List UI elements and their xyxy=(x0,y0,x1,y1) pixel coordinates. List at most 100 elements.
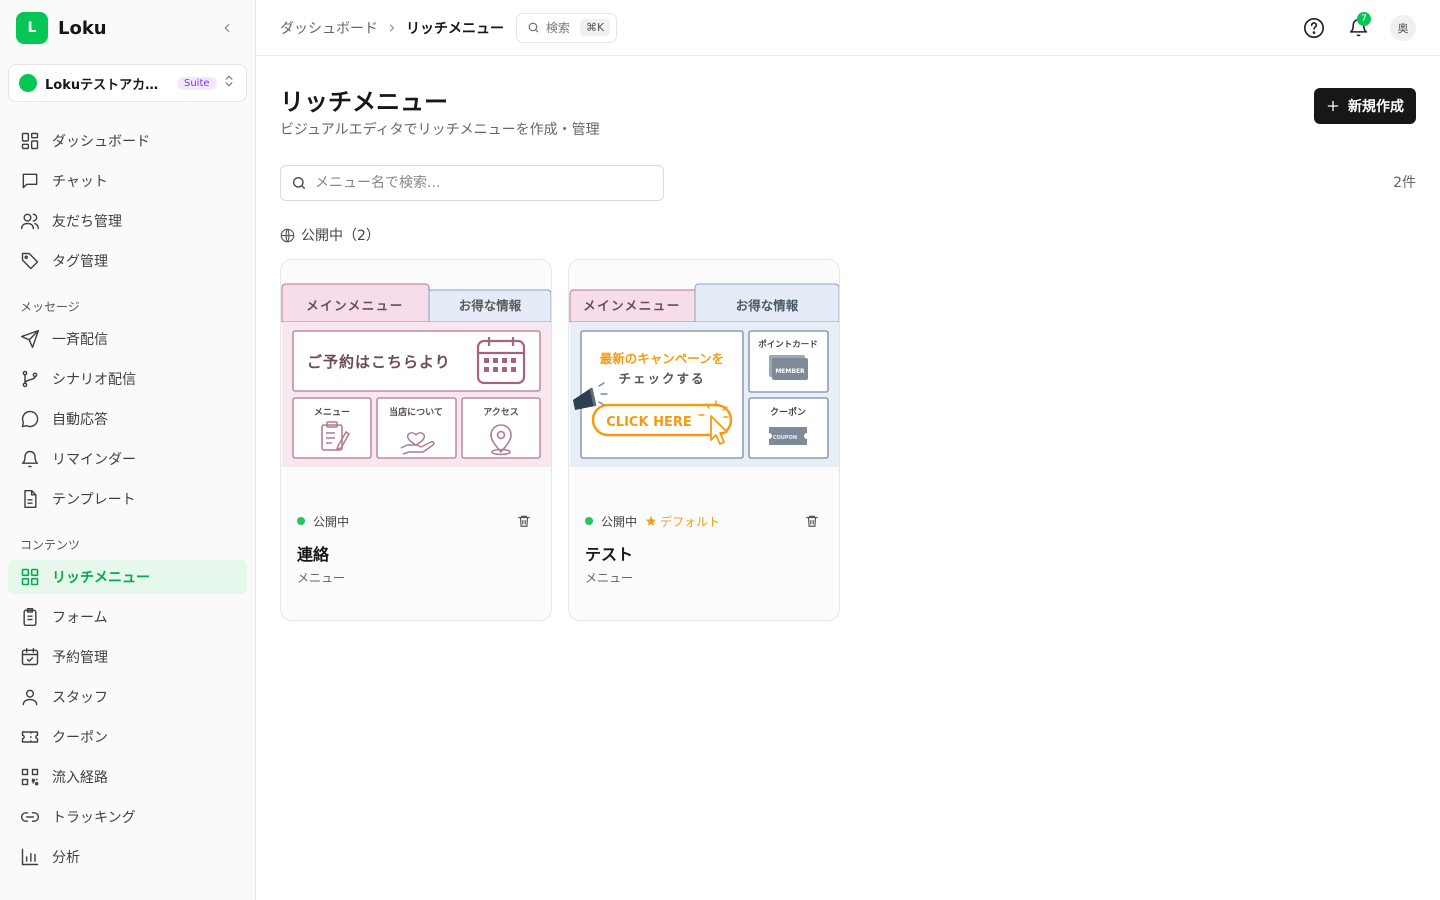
sidebar-item-label: 分析 xyxy=(52,850,80,866)
sidebar-item-scenario[interactable]: シナリオ配信 xyxy=(8,362,247,396)
sidebar-item-form[interactable]: フォーム xyxy=(8,600,247,634)
preview-campaign-line2: チェックする xyxy=(618,371,705,386)
sidebar-item-chat[interactable]: チャット xyxy=(8,164,247,198)
breadcrumb-current: リッチメニュー xyxy=(406,20,504,37)
menu-name: 連絡 xyxy=(297,545,330,564)
sidebar-item-label: 一斉配信 xyxy=(52,332,108,348)
bell-icon xyxy=(21,450,39,468)
breadcrumb-dashboard[interactable]: ダッシュボード xyxy=(280,18,378,38)
sidebar-item-reminder[interactable]: リマインダー xyxy=(8,442,247,476)
preview-cell-about: 当店について xyxy=(389,406,443,418)
user-avatar[interactable]: 奥 xyxy=(1390,14,1416,41)
page-title: リッチメニュー xyxy=(280,88,448,116)
preview-tab-left: メインメニュー xyxy=(583,298,681,313)
preview-campaign-line1: 最新のキャンペーンを xyxy=(600,351,724,366)
plus-icon xyxy=(1327,100,1339,112)
menu-card-grid: メインメニュー お得な情報 ご予約はこちらより メニュー 当店について アクセス… xyxy=(280,259,1416,621)
sidebar-item-tags[interactable]: タグ管理 xyxy=(8,244,247,278)
sidebar-item-label: 友だち管理 xyxy=(52,214,122,230)
sidebar-item-rich-menu[interactable]: リッチメニュー xyxy=(8,560,247,594)
preview-coupon: クーポン xyxy=(770,406,806,418)
trash-icon xyxy=(806,515,818,527)
menu-card[interactable]: メインメニュー お得な情報 ご予約はこちらより メニュー 当店について アクセス… xyxy=(280,259,552,621)
search-icon xyxy=(293,177,305,189)
status-label: 公開中 xyxy=(601,514,638,529)
sidebar-item-label: チャット xyxy=(52,174,108,190)
preview-coupon-text: COUPON xyxy=(773,435,797,441)
member-card-icon: MEMBER xyxy=(769,355,808,380)
brand-name: Loku xyxy=(58,17,107,39)
menu-search xyxy=(280,165,664,201)
preview-tab-right: お得な情報 xyxy=(459,298,522,313)
sidebar-item-label: スタッフ xyxy=(52,690,108,706)
topbar: ダッシュボード リッチメニュー 検索 ⌘K 7 奥 xyxy=(256,0,1440,56)
rich-menu-preview[interactable]: メインメニュー お得な情報 最新のキャンペーンを チェックする CLICK HE… xyxy=(569,260,839,467)
sidebar: L Loku Lokuテストアカウント Suite ダッシュボード チャット xyxy=(0,0,256,900)
sidebar-item-label: 予約管理 xyxy=(52,650,108,666)
brand: L Loku xyxy=(0,0,255,56)
chevron-right-icon xyxy=(386,22,398,34)
preview-point-card: ポイントカード xyxy=(758,339,818,350)
result-count: 2件 xyxy=(1393,175,1416,191)
notification-badge: 7 xyxy=(1357,11,1371,26)
help-button[interactable] xyxy=(1298,12,1330,44)
menu-card[interactable]: メインメニュー お得な情報 最新のキャンペーンを チェックする CLICK HE… xyxy=(568,259,840,621)
sidebar-item-label: シナリオ配信 xyxy=(52,372,136,388)
account-switcher[interactable]: Lokuテストアカウント Suite xyxy=(8,64,247,102)
sidebar-item-dashboard[interactable]: ダッシュボード xyxy=(8,124,247,158)
status-label: 公開中 xyxy=(313,514,350,529)
preview-member-text: MEMBER xyxy=(775,368,805,375)
send-icon xyxy=(20,329,40,349)
users-icon xyxy=(20,213,40,230)
sidebar-item-broadcast[interactable]: 一斉配信 xyxy=(8,322,247,356)
global-search-label: 検索 xyxy=(546,21,571,35)
create-new-label: 新規作成 xyxy=(1348,99,1404,115)
sidebar-item-staff[interactable]: スタッフ xyxy=(8,680,247,714)
menu-type: メニュー xyxy=(297,571,346,585)
sidebar-item-label: テンプレート xyxy=(52,492,136,508)
create-new-button[interactable]: 新規作成 xyxy=(1314,88,1416,124)
notifications-button[interactable]: 7 xyxy=(1342,11,1374,44)
dashboard-icon xyxy=(21,132,39,150)
sidebar-item-template[interactable]: テンプレート xyxy=(8,482,247,516)
sidebar-item-label: トラッキング xyxy=(52,810,136,826)
default-label: デフォルト xyxy=(660,514,721,529)
sidebar-item-inflow[interactable]: 流入経路 xyxy=(8,760,247,794)
tag-icon xyxy=(21,252,39,270)
sidebar-item-label: リマインダー xyxy=(52,452,136,468)
plan-badge: Suite xyxy=(177,76,217,90)
chevron-left-icon xyxy=(224,23,230,33)
sidebar-item-reservation[interactable]: 予約管理 xyxy=(8,640,247,674)
menu-search-input[interactable] xyxy=(315,175,635,191)
nav-section-contents: コンテンツ xyxy=(20,538,81,552)
delete-button[interactable] xyxy=(801,510,823,532)
page-subtitle: ビジュアルエディタでリッチメニューを作成・管理 xyxy=(280,122,600,138)
preview-banner: ご予約はこちらより xyxy=(307,353,451,371)
global-search-button[interactable]: 検索 ⌘K xyxy=(516,12,618,43)
status-dot xyxy=(297,517,305,525)
calendar-icon xyxy=(21,647,39,666)
default-badge: デフォルト xyxy=(645,513,720,530)
chart-icon xyxy=(21,848,39,866)
rich-menu-preview[interactable]: メインメニュー お得な情報 ご予約はこちらより メニュー 当店について アクセス xyxy=(281,260,551,467)
brand-logo[interactable]: L xyxy=(16,12,48,44)
sidebar-item-coupon[interactable]: クーポン xyxy=(8,720,247,754)
preview-cta: CLICK HERE xyxy=(606,415,691,430)
chevron-up-down-icon xyxy=(222,74,236,92)
sidebar-item-analytics[interactable]: 分析 xyxy=(8,840,247,874)
collapse-sidebar-button[interactable] xyxy=(215,16,239,40)
sidebar-item-label: 自動応答 xyxy=(52,412,108,428)
published-section-label: 公開中（2） xyxy=(301,228,380,244)
delete-button[interactable] xyxy=(513,510,535,532)
star-icon xyxy=(646,516,657,526)
staff-icon xyxy=(22,689,38,706)
shortcut-hint: ⌘K xyxy=(580,19,611,36)
sidebar-item-tracking[interactable]: トラッキング xyxy=(8,800,247,834)
sidebar-item-auto-reply[interactable]: 自動応答 xyxy=(8,402,247,436)
account-avatar xyxy=(19,74,37,92)
link-icon xyxy=(20,812,40,822)
chat-icon xyxy=(22,173,38,189)
globe-icon xyxy=(280,228,295,242)
sidebar-item-friends[interactable]: 友だち管理 xyxy=(8,204,247,238)
sidebar-item-label: タグ管理 xyxy=(52,254,108,270)
